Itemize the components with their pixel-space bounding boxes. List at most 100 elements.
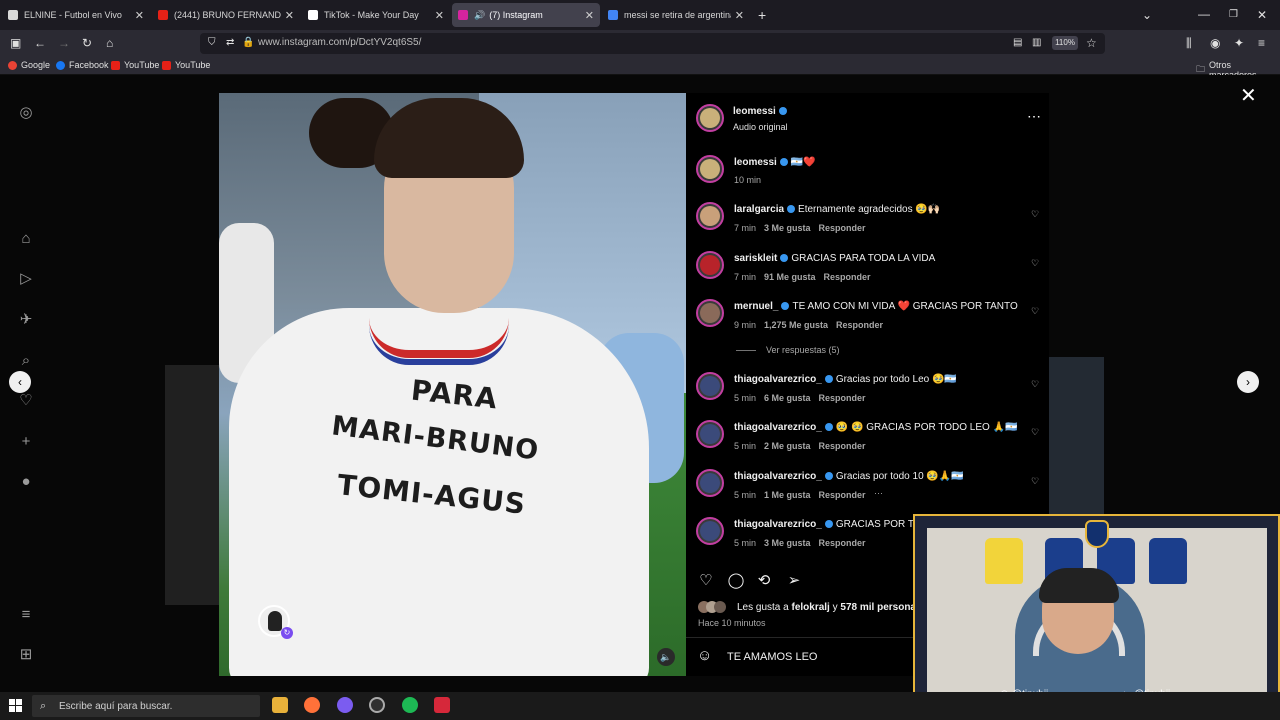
comment-options-icon[interactable]: ··· — [874, 488, 883, 498]
comment-reply[interactable]: Responder — [819, 538, 866, 548]
search-placeholder[interactable]: Escribe aquí para buscar. — [59, 701, 172, 712]
shield-icon[interactable]: ⛉ — [208, 37, 216, 49]
comment-time[interactable]: 5 min — [734, 393, 756, 403]
avatar[interactable] — [696, 202, 724, 230]
restore-icon[interactable]: ❐ — [1229, 9, 1238, 21]
permissions-icon[interactable]: ⇄ — [226, 37, 234, 49]
bookmark-google[interactable]: Google — [8, 60, 50, 70]
more-menu-icon[interactable]: ≡ — [17, 606, 35, 624]
comment-likes[interactable]: 2 Me gusta — [764, 441, 811, 451]
comment-like-icon[interactable]: ♡ — [1030, 306, 1040, 316]
more-options-icon[interactable]: ⋯ — [1027, 108, 1041, 125]
comment-like-icon[interactable]: ♡ — [1030, 427, 1040, 437]
menu-icon[interactable]: ≡ — [1258, 37, 1265, 49]
tab-instagram[interactable]: 🔊 (7) Instagram ✕ — [452, 3, 600, 27]
comment-reply[interactable]: Responder — [819, 393, 866, 403]
tab-youtube[interactable]: (2441) BRUNO FERNANDES MA ✕ — [152, 3, 300, 27]
previous-post-icon[interactable]: ‹ — [9, 371, 31, 393]
messenger-icon[interactable] — [337, 697, 353, 713]
pocket-icon[interactable]: ▥ — [1032, 37, 1041, 49]
avatar[interactable] — [696, 104, 724, 132]
avatar[interactable] — [696, 251, 724, 279]
reload-icon[interactable]: ↻ — [82, 37, 92, 49]
search-nav-icon[interactable]: ⌕ — [17, 352, 35, 370]
comment-time[interactable]: 9 min — [734, 320, 756, 330]
comment-icon[interactable]: ◯ — [727, 572, 745, 590]
repost-icon[interactable]: ⟲ — [755, 572, 773, 590]
close-icon[interactable]: ✕ — [135, 9, 144, 22]
comment-like-icon[interactable]: ♡ — [1030, 209, 1040, 219]
bookmark-youtube[interactable]: YouTube — [111, 60, 159, 70]
comment-time[interactable]: 5 min — [734, 490, 756, 500]
comment-likes[interactable]: 91 Me gusta — [764, 272, 816, 282]
comment-like-icon[interactable]: ♡ — [1030, 476, 1040, 486]
comment-likes[interactable]: 3 Me gusta — [764, 538, 811, 548]
like-icon[interactable]: ♡ — [697, 572, 715, 590]
account-icon[interactable]: ◉ — [1210, 37, 1220, 49]
post-username[interactable]: leomessi — [733, 106, 790, 117]
comment-reply[interactable]: Responder — [836, 320, 883, 330]
extensions-icon[interactable]: ✦ — [1234, 37, 1244, 49]
avatar[interactable] — [696, 420, 724, 448]
sidebar-toggle-icon[interactable]: ▣ — [10, 37, 21, 49]
new-tab-icon[interactable]: + — [758, 8, 766, 22]
window-close-icon[interactable]: ✕ — [1257, 9, 1267, 21]
windows-start-icon[interactable] — [9, 699, 23, 713]
avatar[interactable] — [696, 469, 724, 497]
avatar[interactable] — [696, 372, 724, 400]
comment-time[interactable]: 7 min — [734, 223, 756, 233]
comment-time[interactable]: 5 min — [734, 538, 756, 548]
comment-username[interactable]: thiagoalvarezrico_ — [734, 471, 822, 482]
also-from-meta-icon[interactable]: ⊞ — [17, 646, 35, 664]
avatar[interactable] — [696, 517, 724, 545]
obs-icon[interactable] — [369, 697, 385, 713]
comment-username[interactable]: thiagoalvarezrico_ — [734, 374, 822, 385]
likes-summary[interactable]: Les gusta a felokralj y 578 mil personas — [737, 602, 922, 613]
comment-username[interactable]: laralgarcia — [734, 204, 784, 215]
caption-username[interactable]: leomessi — [734, 157, 777, 168]
emoji-icon[interactable]: ☺ — [697, 647, 712, 664]
bookmark-star-icon[interactable]: ☆ — [1086, 37, 1097, 49]
audio-label[interactable]: Audio original — [733, 122, 788, 132]
create-icon[interactable]: + — [17, 433, 35, 451]
firefox-icon[interactable] — [304, 697, 320, 713]
comment-time[interactable]: 5 min — [734, 441, 756, 451]
tab-list-chevron-icon[interactable]: ⌄ — [1142, 9, 1152, 21]
messages-icon[interactable]: ✈ — [17, 311, 35, 329]
reader-view-icon[interactable]: ▤ — [1013, 37, 1022, 49]
view-replies-link[interactable]: Ver respuestas (5) — [766, 345, 840, 355]
comment-reply[interactable]: Responder — [824, 272, 871, 282]
bookmark-youtube-2[interactable]: YouTube — [162, 60, 210, 70]
comment-like-icon[interactable]: ♡ — [1030, 379, 1040, 389]
comment-username[interactable]: mernuel_ — [734, 301, 778, 312]
comment-username[interactable]: thiagoalvarezrico_ — [734, 422, 822, 433]
voicemod-icon[interactable] — [434, 697, 450, 713]
back-icon[interactable]: ← — [34, 37, 46, 49]
home-icon[interactable]: ⌂ — [106, 37, 113, 49]
lock-icon[interactable]: 🔒 — [242, 37, 254, 49]
comment-username[interactable]: sariskleit — [734, 253, 777, 264]
caption-time[interactable]: 10 min — [734, 175, 761, 185]
comment-reply[interactable]: Responder — [819, 490, 866, 500]
close-modal-icon[interactable]: ✕ — [1240, 86, 1257, 106]
comment-input[interactable]: TE AMAMOS LEO — [727, 651, 817, 663]
close-icon[interactable]: ✕ — [285, 9, 294, 22]
bookmark-facebook[interactable]: Facebook — [56, 60, 109, 70]
speaker-icon[interactable]: 🔊 — [474, 10, 485, 21]
avatar[interactable] — [696, 299, 724, 327]
share-icon[interactable]: ➢ — [785, 572, 803, 590]
comment-likes[interactable]: 3 Me gusta — [764, 223, 811, 233]
comment-like-icon[interactable]: ♡ — [1030, 258, 1040, 268]
comment-likes[interactable]: 6 Me gusta — [764, 393, 811, 403]
tab-google-search[interactable]: messi se retira de argentina - B ✕ — [602, 3, 750, 27]
spotify-icon[interactable] — [402, 697, 418, 713]
avatar[interactable] — [696, 155, 724, 183]
library-icon[interactable]: ⫼ — [1186, 37, 1192, 49]
profile-icon[interactable]: ● — [17, 473, 35, 491]
reel-video[interactable]: PARA MARI-BRUNO TOMI-AGUS — [219, 93, 686, 676]
file-explorer-icon[interactable] — [272, 697, 288, 713]
likes-count[interactable]: 578 mil personas — [840, 602, 921, 613]
instagram-logo-icon[interactable]: ◎ — [17, 104, 35, 122]
reels-icon[interactable]: ▷ — [17, 270, 35, 288]
url-text[interactable]: www.instagram.com/p/DctYV2qt6S5/ — [258, 37, 421, 48]
